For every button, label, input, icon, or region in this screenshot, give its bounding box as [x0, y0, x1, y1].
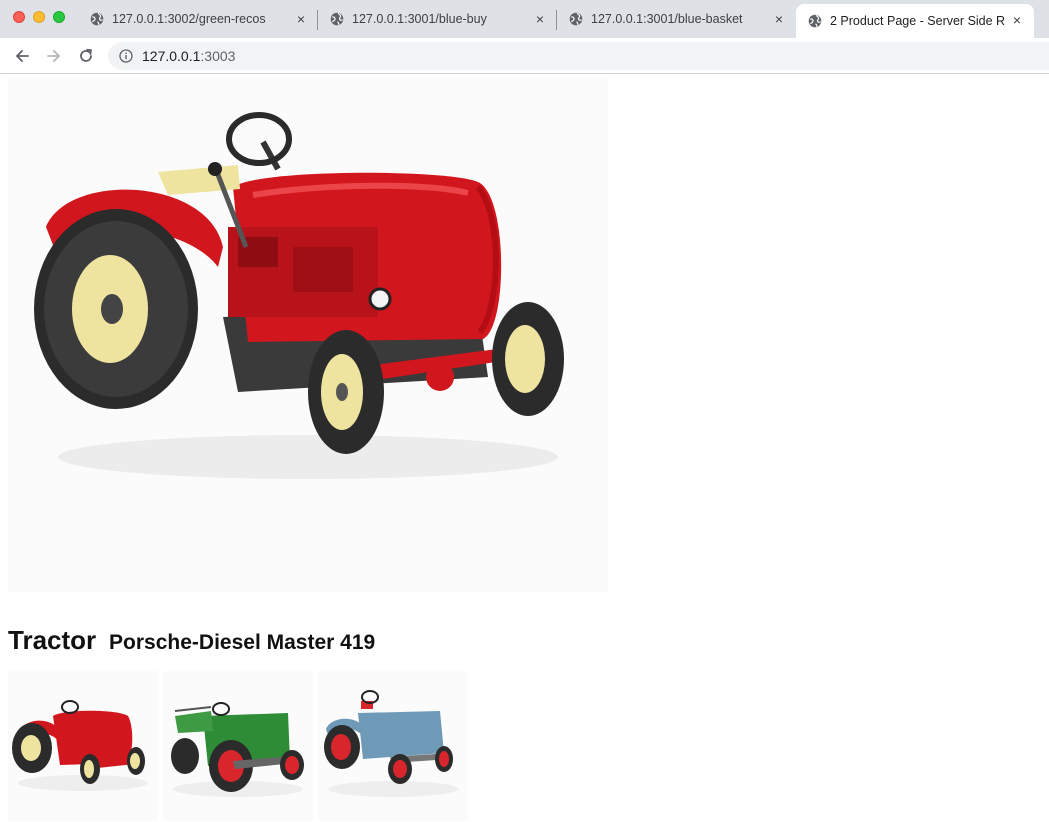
tab-green-recos[interactable]: 127.0.0.1:3002/green-recos × [78, 0, 318, 38]
address-bar[interactable]: 127.0.0.1:3003 [108, 42, 1049, 70]
url-host: 127.0.0.1 [142, 48, 201, 64]
red-tractor-image [12, 700, 148, 791]
forward-arrow-icon [47, 50, 60, 62]
reload-icon [80, 48, 92, 62]
variant-options [8, 671, 468, 821]
close-icon[interactable]: × [294, 12, 308, 26]
variant-blue-thumbnail[interactable] [318, 671, 468, 821]
close-icon[interactable]: × [533, 12, 547, 26]
page-content: Tractor Porsche-Diesel Master 419 [0, 75, 1049, 822]
globe-icon [330, 12, 344, 26]
toolbar: 127.0.0.1:3003 [0, 38, 1049, 74]
info-icon[interactable] [119, 49, 133, 63]
blue-tractor-image [324, 690, 458, 797]
browser-window: 127.0.0.1:3002/green-recos × 127.0.0.1:3… [0, 0, 1049, 822]
back-button[interactable] [12, 46, 32, 66]
tractor-illustration [34, 112, 564, 479]
zoom-window-button[interactable] [53, 11, 65, 23]
back-arrow-icon [16, 50, 29, 62]
forward-button[interactable] [44, 46, 64, 66]
url-port: :3003 [200, 48, 236, 64]
close-icon[interactable]: × [1010, 13, 1024, 27]
tab-product-page[interactable]: 2 Product Page - Server Side R × [796, 4, 1034, 38]
green-tractor-image [171, 702, 304, 797]
variant-green-thumbnail[interactable] [163, 671, 313, 821]
minimize-window-button[interactable] [33, 11, 45, 23]
tab-title: 127.0.0.1:3001/blue-basket [591, 12, 743, 26]
product-heading: Tractor Porsche-Diesel Master 419 [8, 620, 375, 657]
close-window-button[interactable] [13, 11, 25, 23]
product-category: Tractor [8, 625, 97, 655]
globe-icon [808, 14, 822, 28]
globe-icon [569, 12, 583, 26]
tab-title: 2 Product Page - Server Side R [830, 14, 1006, 28]
globe-icon [90, 12, 104, 26]
close-icon[interactable]: × [772, 12, 786, 26]
tab-blue-buy[interactable]: 127.0.0.1:3001/blue-buy × [318, 0, 557, 38]
tab-strip: 127.0.0.1:3002/green-recos × 127.0.0.1:3… [0, 0, 1049, 38]
tab-title: 127.0.0.1:3001/blue-buy [352, 12, 487, 26]
product-name: Porsche-Diesel Master 419 [109, 631, 376, 654]
reload-button[interactable] [76, 46, 96, 66]
product-image [8, 77, 608, 592]
variant-red-thumbnail[interactable] [8, 671, 158, 821]
url-text: 127.0.0.1:3003 [142, 48, 235, 64]
tab-title: 127.0.0.1:3002/green-recos [112, 12, 266, 26]
tab-blue-basket[interactable]: 127.0.0.1:3001/blue-basket × [557, 0, 796, 38]
